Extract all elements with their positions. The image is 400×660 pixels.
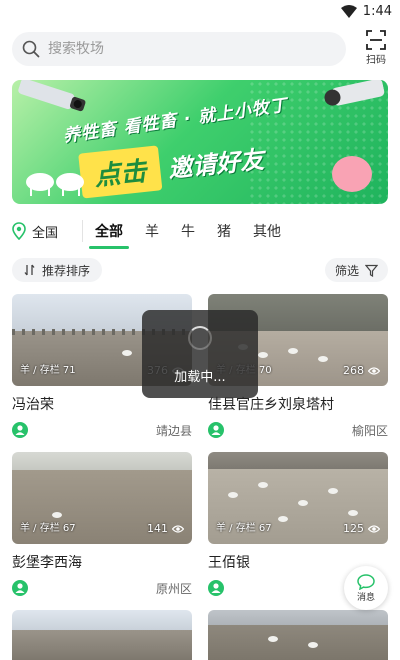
farm-footer: 榆阳区 (208, 422, 388, 438)
avatar (12, 580, 28, 596)
pig-illustration (332, 156, 372, 192)
view-count-value: 125 (343, 522, 364, 535)
farm-stock-tag: 羊 / 存栏 67 (20, 523, 76, 534)
sort-label: 推荐排序 (42, 263, 91, 278)
tab-pig[interactable]: 猪 (217, 221, 231, 241)
filter-row: 全国 全部 羊 牛 猪 其他 (12, 216, 388, 249)
status-time: 1:44 (362, 4, 392, 19)
eye-icon (172, 524, 184, 533)
farm-thumbnail: 羊 / 存栏 67 141 (12, 452, 192, 544)
wifi-icon (340, 4, 357, 18)
farm-card[interactable] (208, 610, 388, 660)
farm-thumbnail (12, 610, 192, 660)
sort-row: 推荐排序 筛选 (12, 258, 388, 284)
filter-label: 筛选 (334, 263, 359, 278)
farm-card[interactable]: 羊 / 存栏 67 141 彭堡李西海 原州区 (12, 452, 192, 598)
tab-cattle[interactable]: 牛 (181, 221, 195, 241)
filter-button[interactable]: 筛选 (324, 258, 388, 282)
location-pin-icon (12, 222, 26, 240)
search-input[interactable] (48, 41, 308, 57)
status-bar: 1:44 (0, 0, 400, 24)
loading-text: 加载中... (174, 370, 226, 385)
scan-qr-icon (366, 30, 386, 50)
tab-all[interactable]: 全部 (89, 221, 130, 249)
region-label: 全国 (32, 225, 59, 241)
promo-banner[interactable]: 养牲畜 看牲畜 · 就上小牧丁 点击 邀请好友 (12, 80, 388, 204)
eye-icon (368, 366, 380, 375)
user-icon (211, 425, 221, 435)
view-count: 268 (343, 364, 380, 377)
view-count: 125 (343, 522, 380, 535)
region-selector[interactable]: 全国 (12, 222, 58, 241)
farm-title: 彭堡李西海 (12, 555, 82, 571)
tab-sheep[interactable]: 羊 (145, 221, 159, 241)
sort-button[interactable]: 推荐排序 (12, 258, 103, 282)
sheep-illustration (26, 173, 84, 196)
chat-bubble-icon (357, 573, 375, 590)
search-icon (22, 40, 40, 58)
search-row: 扫码 (12, 30, 392, 70)
farm-footer: 靖边县 (12, 422, 192, 438)
message-float-button[interactable]: 消息 (344, 566, 388, 610)
farm-location: 靖边县 (155, 424, 192, 438)
farm-stock-tag: 羊 / 存栏 67 (216, 523, 272, 534)
farm-stock-tag: 羊 / 存栏 71 (20, 365, 76, 376)
category-tabs: 全部 羊 牛 猪 其他 (89, 221, 281, 249)
view-count: 141 (147, 522, 184, 535)
farm-location: 榆阳区 (351, 424, 388, 438)
farm-thumbnail: 羊 / 存栏 67 125 (208, 452, 388, 544)
user-icon (15, 583, 25, 593)
avatar (208, 422, 224, 438)
spinner-icon (188, 326, 212, 350)
farm-footer: 原州区 (12, 580, 192, 596)
view-count-value: 268 (343, 364, 364, 377)
loading-toast: 加载中... (142, 310, 258, 398)
farm-title: 王佰银 (208, 555, 250, 571)
farm-title: 冯治荣 (12, 397, 54, 413)
search-bar[interactable] (12, 32, 346, 66)
view-count-value: 141 (147, 522, 168, 535)
divider (82, 220, 84, 242)
banner-cta-invite: 邀请好友 (166, 145, 266, 184)
scan-button[interactable]: 扫码 (360, 30, 392, 70)
farm-thumbnail (208, 610, 388, 660)
farm-location: 原州区 (155, 582, 192, 596)
message-label: 消息 (356, 592, 375, 603)
scan-label: 扫码 (366, 55, 386, 66)
tab-other[interactable]: 其他 (253, 221, 281, 241)
user-icon (15, 425, 25, 435)
funnel-icon (365, 264, 378, 277)
avatar (208, 580, 224, 596)
camera-icon (18, 80, 86, 112)
sort-icon (24, 264, 35, 276)
banner-cta: 点击 邀请好友 (78, 135, 266, 199)
avatar (12, 422, 28, 438)
eye-icon (368, 524, 380, 533)
farm-card[interactable] (12, 610, 192, 660)
user-icon (211, 583, 221, 593)
